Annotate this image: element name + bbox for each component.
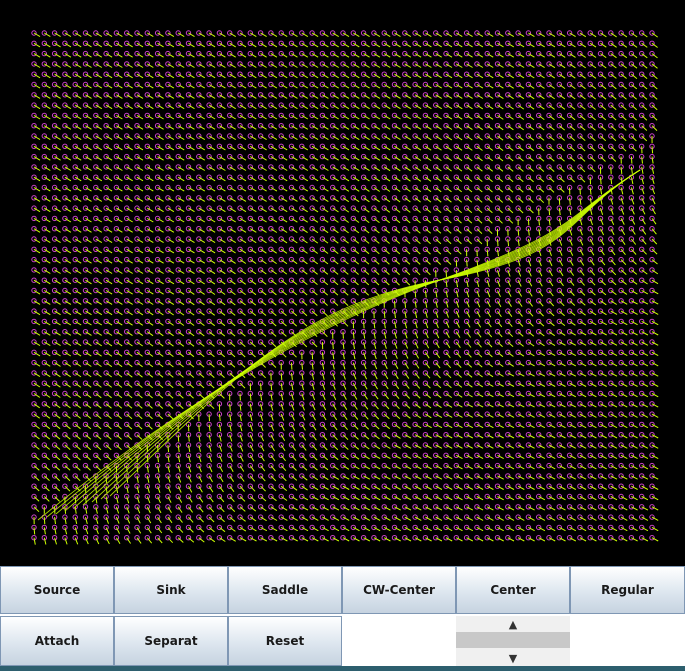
center-button[interactable]: Center [456, 566, 570, 614]
source-button[interactable]: Source [0, 566, 114, 614]
chevron-up-icon: ▲ [508, 617, 518, 631]
spinner-down-button[interactable]: ▼ [456, 650, 570, 666]
reset-button[interactable]: Reset [228, 616, 342, 666]
vector-field-canvas[interactable] [0, 0, 685, 566]
spinner-up-button[interactable]: ▲ [456, 616, 570, 632]
chevron-down-icon: ▼ [508, 651, 518, 665]
attach-button[interactable]: Attach [0, 616, 114, 666]
spinner-track[interactable] [456, 632, 570, 648]
window-bottom-border [0, 666, 685, 671]
vector-field-plot[interactable] [0, 0, 685, 566]
regular-button[interactable]: Regular [570, 566, 685, 614]
cw-center-button[interactable]: CW-Center [342, 566, 456, 614]
spinner[interactable]: ▲ ▼ [456, 616, 570, 666]
saddle-button[interactable]: Saddle [228, 566, 342, 614]
sink-button[interactable]: Sink [114, 566, 228, 614]
separat-button[interactable]: Separat [114, 616, 228, 666]
